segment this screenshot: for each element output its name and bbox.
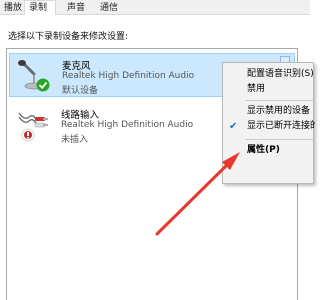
device-name: 麦克风 bbox=[62, 61, 91, 72]
menu-item-show-disconnected[interactable]: ✔ 显示已断开连接的设备 bbox=[223, 119, 315, 134]
device-status: 未插入 bbox=[61, 135, 89, 145]
line-in-icon bbox=[15, 107, 51, 143]
tab-playback[interactable]: 播放 bbox=[0, 2, 24, 15]
instruction-text: 选择以下录制设备来修改设置: bbox=[8, 32, 129, 42]
tab-communications[interactable]: 通信 bbox=[96, 2, 126, 15]
tab-strip: 播放 录制 声音 通信 bbox=[0, 0, 310, 16]
menu-item-show-disabled[interactable]: 显示禁用的设备 bbox=[223, 104, 315, 119]
menu-separator bbox=[245, 139, 313, 140]
menu-item-properties[interactable]: 属性(P) bbox=[223, 143, 315, 158]
menu-item-disable[interactable]: 禁用 bbox=[223, 82, 315, 97]
tab-recording[interactable]: 录制 bbox=[24, 0, 56, 16]
device-driver: Realtek High Definition Audio bbox=[61, 120, 194, 130]
checkmark-icon: ✔ bbox=[229, 121, 238, 132]
device-status: 默认设备 bbox=[62, 86, 99, 96]
context-menu: 配置语音识别(S) 禁用 显示禁用的设备 ✔ 显示已断开连接的设备 属性(P) bbox=[222, 62, 315, 184]
tab-sounds[interactable]: 声音 bbox=[63, 2, 91, 15]
device-name: 线路输入 bbox=[61, 110, 100, 121]
menu-separator bbox=[245, 100, 313, 101]
microphone-icon bbox=[16, 58, 52, 94]
menu-item-configure-speech[interactable]: 配置语音识别(S) bbox=[223, 67, 315, 82]
menu-item-label: 显示已断开连接的设备 bbox=[247, 121, 315, 131]
device-driver: Realtek High Definition Audio bbox=[62, 71, 195, 81]
